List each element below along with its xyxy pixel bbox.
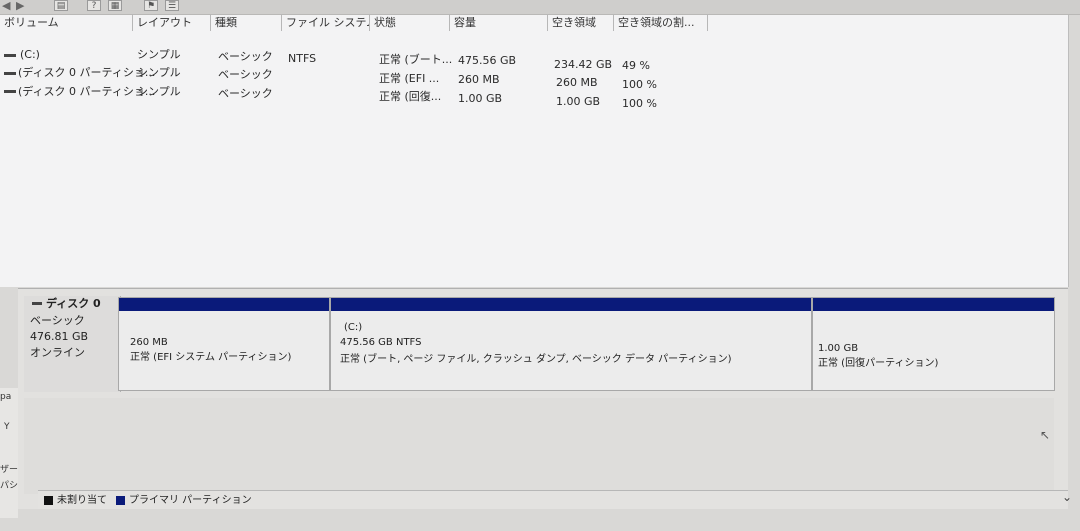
toolbar: ◀ ▶ ▤ ? ▦ ⚑ ☰ — [0, 0, 1080, 15]
legend-unallocated-label: 未割り当て — [57, 495, 107, 506]
column-header-status[interactable]: 状態 — [370, 14, 450, 31]
volume-free-pct: 49 % — [622, 59, 650, 72]
disk-type: ベーシック — [30, 314, 85, 327]
list-view-icon[interactable]: ☰ — [165, 0, 179, 11]
volume-layout: シンプル — [137, 66, 181, 79]
volume-free-pct: 100 % — [622, 97, 657, 110]
column-header-free-pct[interactable]: 空き領域の割... — [614, 14, 708, 31]
console-icon[interactable]: ▤ — [54, 0, 68, 11]
volume-free: 260 MB — [556, 76, 598, 89]
volume-status: 正常 (EFI ... — [379, 72, 440, 85]
volume-layout: シンプル — [137, 48, 181, 61]
volume-free: 234.42 GB — [554, 58, 613, 71]
help-icon[interactable]: ? — [87, 0, 101, 11]
disk-name: ディスク 0 — [46, 297, 101, 310]
disk-state: オンライン — [30, 346, 85, 359]
legend-primary-label: プライマリ パーティション — [129, 495, 252, 506]
volume-icon — [4, 90, 16, 93]
partition-bar — [813, 298, 1054, 311]
legend-unallocated-swatch — [44, 496, 53, 505]
partition-size: 1.00 GB — [818, 343, 859, 354]
volume-type: ベーシック — [218, 50, 273, 63]
volume-status: 正常 (ブート... — [379, 53, 453, 66]
volume-icon — [4, 72, 16, 75]
legend-primary-swatch — [116, 496, 125, 505]
column-header-layout[interactable]: レイアウト — [133, 14, 211, 31]
column-header-capacity[interactable]: 容量 — [450, 14, 548, 31]
back-arrow-icon[interactable]: ◀ — [2, 0, 10, 11]
partition-bar — [119, 298, 329, 311]
column-header-filesystem[interactable]: ファイル システム — [282, 14, 370, 31]
partition-desc: 正常 (ブート, ページ ファイル, クラッシュ ダンプ, ベーシック データ … — [340, 354, 732, 365]
background-text: ザー — [0, 465, 19, 475]
legend: 未割り当て プライマリ パーティション — [38, 490, 1068, 509]
mouse-cursor-icon: ↖ — [1040, 428, 1051, 442]
properties-icon[interactable]: ▦ — [108, 0, 122, 11]
volume-free-pct: 100 % — [622, 78, 657, 91]
background-window-strip — [0, 388, 18, 518]
flag-icon[interactable]: ⚑ — [144, 0, 158, 11]
empty-disk-row — [24, 398, 1054, 494]
volume-name: (C:) — [20, 48, 40, 61]
forward-arrow-icon[interactable]: ▶ — [16, 0, 24, 11]
background-text: Y — [4, 422, 10, 432]
partition-desc: 正常 (回復パーティション) — [818, 358, 939, 369]
volume-capacity: 260 MB — [458, 73, 500, 86]
disk-size: 476.81 GB — [30, 330, 89, 343]
volume-capacity: 1.00 GB — [458, 92, 503, 105]
partition-bar — [331, 298, 811, 311]
background-text: pa — [0, 392, 12, 402]
partition-size: 475.56 GB NTFS — [340, 337, 422, 348]
column-header-free[interactable]: 空き領域 — [548, 14, 614, 31]
volume-name: (ディスク 0 パーティショ... — [18, 85, 156, 98]
volume-fs: NTFS — [288, 52, 317, 65]
disk-icon — [32, 302, 42, 305]
volume-type: ベーシック — [218, 87, 273, 100]
column-header-volume[interactable]: ボリューム — [0, 14, 133, 31]
partition-label: (C:) — [344, 322, 363, 333]
partition-desc: 正常 (EFI システム パーティション) — [130, 352, 292, 363]
chevron-down-icon[interactable]: ⌄ — [1062, 490, 1072, 504]
volume-icon — [4, 54, 16, 57]
volume-type: ベーシック — [218, 68, 273, 81]
volume-status: 正常 (回復... — [379, 90, 442, 103]
partition-size: 260 MB — [130, 337, 168, 348]
volume-free: 1.00 GB — [556, 95, 601, 108]
volume-name: (ディスク 0 パーティショ... — [18, 66, 156, 79]
column-header-type[interactable]: 種類 — [211, 14, 282, 31]
volume-layout: シンプル — [137, 85, 181, 98]
background-text: パシ — [0, 481, 19, 491]
volume-capacity: 475.56 GB — [458, 54, 517, 67]
